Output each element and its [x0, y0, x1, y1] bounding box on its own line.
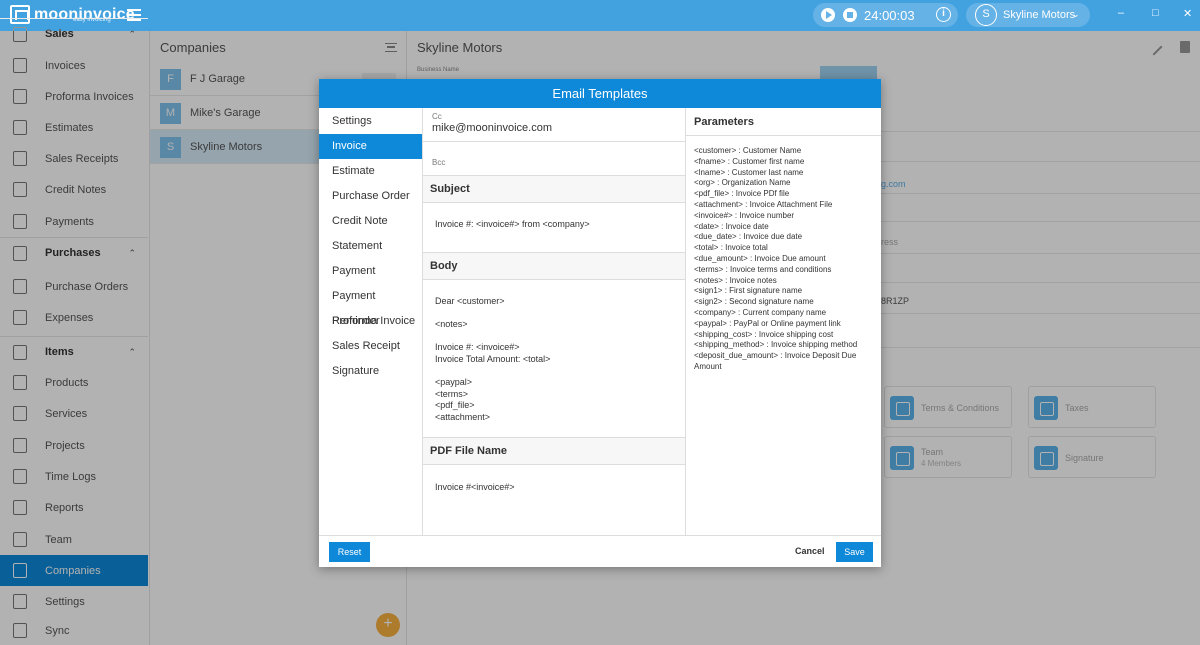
save-button[interactable]: Save [836, 542, 873, 562]
template-editor: Cc mike@mooninvoice.com Bcc Subject Invo… [423, 108, 686, 535]
template-nav-payment[interactable]: Payment [319, 259, 422, 284]
body-field[interactable]: Dear <customer> <notes> Invoice #: <invo… [435, 296, 550, 424]
template-nav: Settings Invoice Estimate Purchase Order Cre… [319, 108, 423, 535]
parameters-panel: Parameters <customer> : Customer Name <f… [686, 108, 881, 535]
parameters-list: <customer> : Customer Name <fname> : Cus… [694, 146, 858, 371]
cancel-button[interactable]: Cancel [795, 546, 825, 556]
template-nav-credit-note[interactable]: Credit Note [319, 209, 422, 234]
subject-field[interactable]: Invoice #: <invoice#> from <company> [435, 219, 590, 231]
email-templates-dialog: Email Templates Settings Invoice Estimate P… [319, 79, 881, 567]
titlebar-dim [0, 0, 1200, 31]
cc-label: Cc [432, 112, 442, 121]
template-nav-settings[interactable]: Settings [319, 109, 422, 134]
template-nav-payment-reminder[interactable]: Payment Reminder [319, 284, 422, 327]
dialog-title: Email Templates [319, 79, 881, 108]
dialog-footer: Reset Cancel Save [319, 535, 881, 567]
cc-field[interactable]: mike@mooninvoice.com [432, 122, 552, 134]
body-heading: Body [423, 252, 685, 280]
template-nav-estimate[interactable]: Estimate [319, 159, 422, 184]
template-nav-sales-receipt[interactable]: Sales Receipt [319, 334, 422, 359]
template-nav-signature[interactable]: Signature [319, 359, 422, 384]
bcc-field[interactable]: Bcc [432, 158, 445, 167]
reset-button[interactable]: Reset [329, 542, 370, 562]
template-nav-invoice[interactable]: Invoice [319, 134, 422, 159]
template-nav-purchase-order[interactable]: Purchase Order [319, 184, 422, 209]
parameters-heading: Parameters [686, 108, 881, 136]
pdf-file-name-field[interactable]: Invoice #<invoice#> [435, 482, 515, 494]
divider [423, 141, 685, 142]
template-nav-proforma-invoice[interactable]: Proforma Invoice [319, 309, 422, 334]
template-nav-statement[interactable]: Statement [319, 234, 422, 259]
pdf-file-name-heading: PDF File Name [423, 437, 685, 465]
subject-heading: Subject [423, 175, 685, 203]
